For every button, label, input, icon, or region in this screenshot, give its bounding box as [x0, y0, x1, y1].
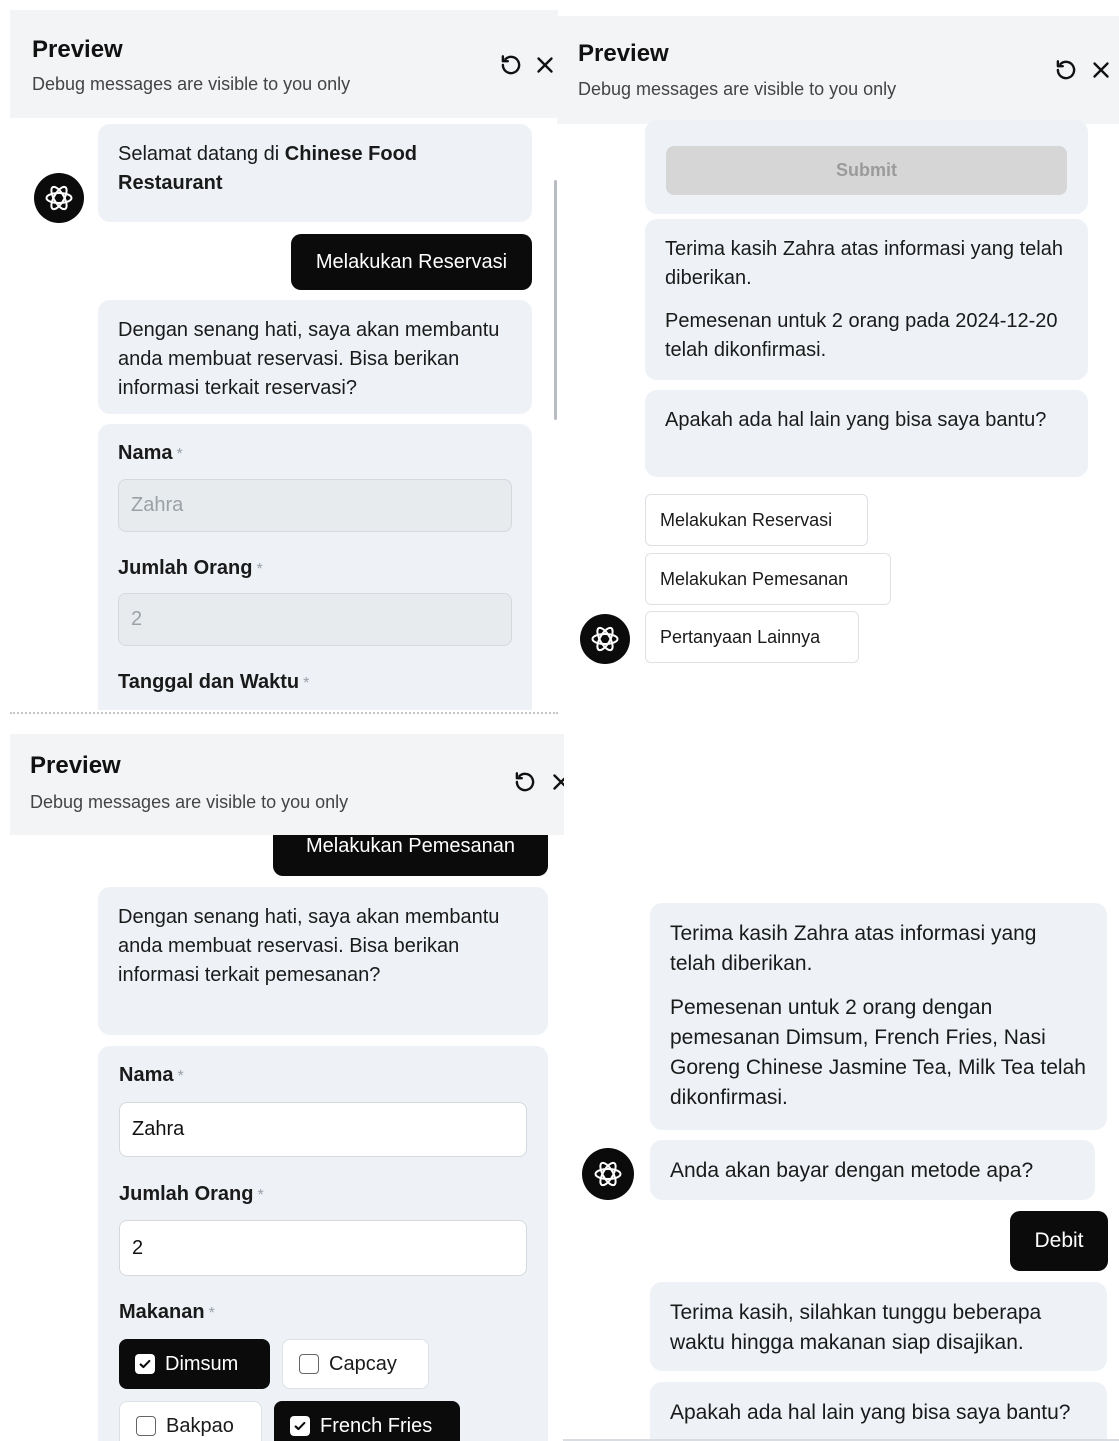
openai-bot-icon [45, 185, 73, 211]
preview-header: Preview Debug messages are visible to yo… [10, 10, 558, 118]
people-field[interactable]: 2 [119, 1220, 527, 1276]
welcome-message: Selamat datang di Chinese Food Restauran… [98, 124, 532, 222]
bot-avatar [34, 173, 84, 223]
preview-header: Preview Debug messages are visible to yo… [557, 16, 1119, 124]
panel-divider [10, 712, 558, 714]
food-option-french-fries[interactable]: French Fries [274, 1401, 460, 1441]
checkbox-checked[interactable] [290, 1416, 310, 1436]
food-option-label: Bakpao [166, 1414, 234, 1437]
name-label: Nama * [118, 442, 183, 464]
preview-header: Preview Debug messages are visible to yo… [10, 734, 564, 835]
bot-avatar [582, 1148, 634, 1200]
food-label: Makanan * [119, 1301, 215, 1323]
datetime-label: Tanggal dan Waktu * [118, 671, 310, 693]
order-preview-panel: Preview Debug messages are visible to yo… [10, 734, 564, 1441]
thanks-text: Terima kasih Zahra atas informasi yang t… [670, 922, 1037, 975]
checkbox-checked[interactable] [135, 1354, 155, 1374]
food-option-label: Capcay [329, 1352, 397, 1375]
food-option-label: French Fries [320, 1414, 433, 1437]
quick-reply-other[interactable]: Pertanyaan Lainnya [645, 611, 859, 663]
people-label: Jumlah Orang * [118, 557, 263, 579]
confirmation-preview-panel: Preview Debug messages are visible to yo… [557, 16, 1119, 696]
bot-order-confirmation: Terima kasih Zahra atas informasi yang t… [650, 903, 1107, 1130]
confirm-text: Pemesenan untuk 2 orang pada 2024-12-20 … [665, 310, 1058, 361]
quick-reply-reservation[interactable]: Melakukan Reservasi [645, 494, 868, 546]
food-option-label: Dimsum [165, 1352, 239, 1375]
food-option-bakpao[interactable]: Bakpao [119, 1401, 262, 1441]
bot-wait-message: Terima kasih, silahkan tunggu beberapa w… [650, 1282, 1107, 1371]
bot-avatar [580, 614, 630, 664]
refresh-icon[interactable] [1053, 57, 1079, 83]
people-label: Jumlah Orang * [119, 1183, 264, 1205]
refresh-icon[interactable] [512, 769, 538, 795]
preview-title: Preview [30, 752, 121, 779]
bot-payment-question: Anda akan bayar dengan metode apa? [650, 1140, 1095, 1200]
checkbox-unchecked[interactable] [299, 1354, 319, 1374]
check-icon [139, 1359, 151, 1369]
bot-follow-up: Apakah ada hal lain yang bisa saya bantu… [650, 1382, 1107, 1441]
reservation-preview-panel: Preview Debug messages are visible to yo… [10, 10, 558, 710]
preview-subtitle: Debug messages are visible to you only [578, 79, 897, 99]
close-icon[interactable] [532, 52, 558, 78]
thanks-text: Terima kasih Zahra atas informasi yang t… [665, 238, 1063, 289]
food-option-dimsum[interactable]: Dimsum [119, 1339, 270, 1389]
quick-reply-order[interactable]: Melakukan Pemesanan [645, 553, 891, 605]
reservation-form: Nama * Zahra Jumlah Orang * 2 Tanggal dan … [98, 424, 532, 710]
openai-bot-icon [591, 626, 619, 652]
preview-title: Preview [578, 40, 669, 67]
close-icon[interactable] [1088, 57, 1114, 83]
submit-button[interactable]: Submit [666, 146, 1067, 195]
preview-title: Preview [32, 36, 123, 63]
bot-reservation-reply: Dengan senang hati, saya akan membantu a… [98, 300, 532, 414]
name-label: Nama * [119, 1064, 184, 1086]
welcome-text: Selamat datang di [118, 143, 285, 165]
refresh-icon[interactable] [498, 52, 524, 78]
people-field[interactable]: 2 [118, 593, 512, 646]
payment-preview-panel: Terima kasih Zahra atas informasi yang t… [563, 890, 1119, 1441]
bot-order-reply: Dengan senang hati, saya akan membantu a… [98, 887, 548, 1035]
user-message-reservation: Melakukan Reservasi [291, 234, 532, 290]
order-form: Nama * Zahra Jumlah Orang * 2 Makanan * Dim… [98, 1046, 548, 1441]
food-option-capcay[interactable]: Capcay [282, 1339, 429, 1389]
user-message-order: Melakukan Pemesanan [273, 835, 548, 876]
preview-subtitle: Debug messages are visible to you only [32, 74, 351, 94]
bot-follow-up: Apakah ada hal lain yang bisa saya bantu… [645, 390, 1088, 477]
name-field[interactable]: Zahra [119, 1102, 527, 1157]
name-field[interactable]: Zahra [118, 479, 512, 532]
check-icon [294, 1421, 306, 1431]
checkbox-unchecked[interactable] [136, 1416, 156, 1436]
preview-subtitle: Debug messages are visible to you only [30, 792, 349, 812]
user-message-debit: Debit [1010, 1211, 1108, 1271]
close-icon[interactable] [548, 769, 564, 795]
openai-bot-icon [594, 1161, 622, 1187]
bot-confirmation-message: Terima kasih Zahra atas informasi yang t… [645, 219, 1088, 380]
confirm-text: Pemesenan untuk 2 orang dengan pemesanan… [670, 996, 1086, 1109]
